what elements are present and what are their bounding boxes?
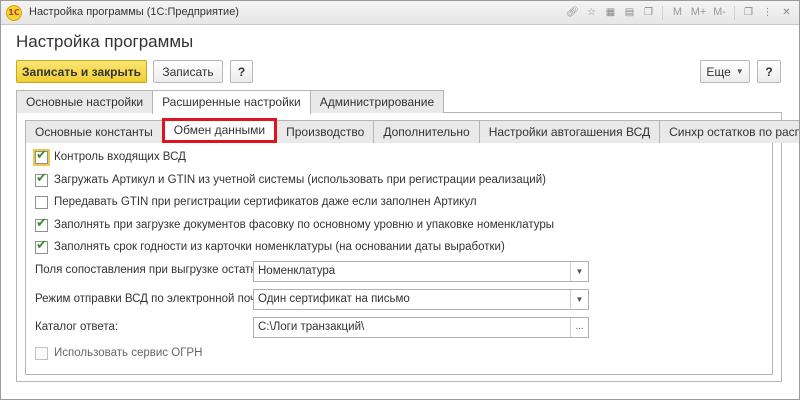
tab-additional[interactable]: Дополнительно xyxy=(373,120,480,143)
send-mode-label: Режим отправки ВСД по электронной почте: xyxy=(35,293,271,305)
send-mode-value: Один сертификат на письмо xyxy=(258,293,410,305)
star-icon[interactable]: ☆ xyxy=(583,4,600,21)
send-mode-select[interactable]: Один сертификат на письмо ▼ xyxy=(253,289,589,310)
chevron-down-icon[interactable]: ▼ xyxy=(570,262,588,281)
checkbox-row-ogrn-service[interactable]: Использовать сервис ОГРН xyxy=(35,345,202,361)
checkbox-row-load-article-gtin[interactable]: Загружать Артикул и GTIN из учетной сист… xyxy=(35,171,546,188)
close-icon[interactable]: ✕ xyxy=(778,4,795,21)
checkbox-label: Использовать сервис ОГРН xyxy=(54,347,203,359)
checkbox-row-send-gtin[interactable]: Передавать GTIN при регистрации сертифик… xyxy=(35,194,477,210)
ogrn-service-checkbox[interactable] xyxy=(35,346,48,360)
settings-window: 1С Настройка программы (1С:Предприятие) … xyxy=(0,0,800,400)
help-button[interactable]: ? xyxy=(230,60,253,83)
title-bar: 1С Настройка программы (1С:Предприятие) … xyxy=(1,1,799,25)
inner-tabs: Основные константы Обмен данными Произво… xyxy=(25,118,799,143)
more-label: Еще xyxy=(706,64,731,79)
checkbox-label: Заполнять при загрузке документов фасовк… xyxy=(54,219,555,231)
match-fields-label: Поля сопоставления при выгрузке остатков… xyxy=(35,264,272,276)
reply-dir-input[interactable]: C:\Логи транзакций\ ... xyxy=(253,317,589,338)
save-button[interactable]: Записать xyxy=(153,60,223,83)
tab-basic-settings[interactable]: Основные настройки xyxy=(16,90,154,113)
chevron-down-icon[interactable]: ▼ xyxy=(570,290,588,309)
tab-data-exchange[interactable]: Обмен данными xyxy=(161,118,278,143)
checkbox-label: Контроль входящих ВСД xyxy=(54,151,186,163)
memory-minus-button[interactable]: M- xyxy=(710,4,729,21)
restore-icon[interactable]: ❐ xyxy=(740,4,757,21)
memory-plus-button[interactable]: M+ xyxy=(689,4,708,21)
calculator-icon[interactable]: ▤ xyxy=(621,4,638,21)
link-icon[interactable]: 🔗︎ xyxy=(564,4,581,21)
checkbox-row-fill-expiry[interactable]: Заполнять срок годности из карточки номе… xyxy=(35,238,505,255)
divider xyxy=(734,5,735,20)
browse-icon[interactable]: ... xyxy=(570,318,588,337)
match-fields-value: Номенклатура xyxy=(258,265,336,277)
reply-dir-label: Каталог ответа: xyxy=(35,321,119,333)
tab-administration[interactable]: Администрирование xyxy=(309,90,445,113)
more-button[interactable]: Еще ▼ xyxy=(700,60,750,83)
fill-expiry-checkbox[interactable] xyxy=(35,238,48,254)
tab-stock-sync-schedule[interactable]: Синхр остатков по расписанию xyxy=(659,120,799,143)
tab-basic-constants[interactable]: Основные константы xyxy=(25,120,163,143)
incoming-vsd-control-checkbox[interactable] xyxy=(33,148,50,166)
checkbox-label: Передавать GTIN при регистрации сертифик… xyxy=(54,196,477,208)
tab-extended-settings[interactable]: Расширенные настройки xyxy=(152,90,311,114)
page-title: Настройка программы xyxy=(16,32,194,51)
menu-icon[interactable]: ⋮ xyxy=(759,4,776,21)
divider xyxy=(662,5,663,20)
tab-vsd-autoredeem-settings[interactable]: Настройки автогашения ВСД xyxy=(478,120,661,143)
copy-icon[interactable]: ❐ xyxy=(640,4,657,21)
send-gtin-checkbox[interactable] xyxy=(35,195,48,209)
checkbox-row-incoming-vsd-control[interactable]: Контроль входящих ВСД xyxy=(33,148,186,166)
reply-dir-value: C:\Логи транзакций\ xyxy=(258,321,365,333)
save-close-button[interactable]: Записать и закрыть xyxy=(16,60,147,83)
calendar-icon[interactable]: ▦ xyxy=(602,4,619,21)
help-right-button[interactable]: ? xyxy=(757,60,781,83)
tab-production[interactable]: Производство xyxy=(276,120,375,143)
app-logo-icon: 1С xyxy=(6,5,22,21)
outer-tabs: Основные настройки Расширенные настройки… xyxy=(16,90,445,114)
title-bar-tools: 🔗︎ ☆ ▦ ▤ ❐ M M+ M- ❐ ⋮ ✕ xyxy=(564,4,795,21)
memory-m-button[interactable]: M xyxy=(668,4,687,21)
window-title: Настройка программы (1С:Предприятие) xyxy=(29,6,239,18)
load-article-gtin-checkbox[interactable] xyxy=(35,171,48,187)
checkbox-row-fill-packaging[interactable]: Заполнять при загрузке документов фасовк… xyxy=(35,216,555,233)
match-fields-select[interactable]: Номенклатура ▼ xyxy=(253,261,589,282)
checkbox-label: Загружать Артикул и GTIN из учетной сист… xyxy=(54,174,546,186)
checkbox-label: Заполнять срок годности из карточки номе… xyxy=(54,241,505,253)
fill-packaging-checkbox[interactable] xyxy=(35,216,48,232)
chevron-down-icon: ▼ xyxy=(735,67,744,76)
